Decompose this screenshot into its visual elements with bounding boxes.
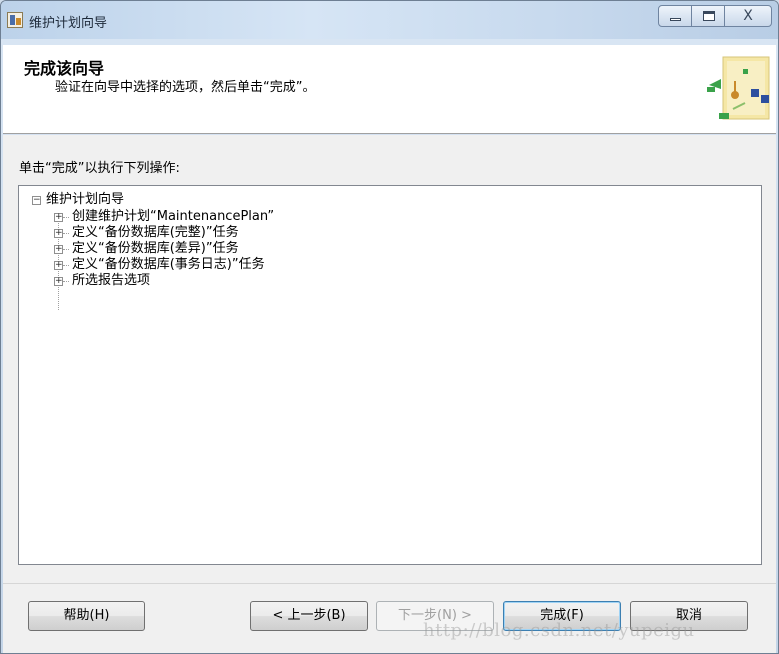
tree-item-expander[interactable]: + xyxy=(54,229,63,238)
tree-item-expander[interactable]: + xyxy=(54,213,63,222)
tree-root-expander[interactable]: − xyxy=(32,196,41,205)
tree-connector xyxy=(63,281,69,282)
page-subtitle: 验证在向导中选择的选项，然后单击“完成”。 xyxy=(55,80,316,95)
tree-item-expander[interactable]: + xyxy=(54,261,63,270)
minimize-button[interactable] xyxy=(658,5,692,27)
close-button[interactable]: X xyxy=(724,5,772,27)
window-title: 维护计划向导 xyxy=(29,16,108,31)
app-icon xyxy=(7,12,23,28)
tree-root-label[interactable]: 维护计划向导 xyxy=(46,192,124,208)
wizard-header: 完成该向导 验证在向导中选择的选项，然后单击“完成”。 xyxy=(3,45,776,134)
back-button[interactable]: < 上一步(B) xyxy=(250,601,368,631)
help-button[interactable]: 帮助(H) xyxy=(28,601,145,631)
maximize-icon xyxy=(703,11,715,21)
watermark: http://blog.csdn.net/yupeigu xyxy=(423,620,695,641)
tree-connector xyxy=(63,249,69,250)
wizard-body: 单击“完成”以执行下列操作: − 维护计划向导 + 创建维护计划“Mainten… xyxy=(3,135,776,583)
tree-item-diff-backup[interactable]: 定义“备份数据库(差异)”任务 xyxy=(72,241,239,257)
wizard-window: 维护计划向导 X 完成该向导 验证在向导中选择的选项，然后单击“完成”。 单击“… xyxy=(0,0,779,654)
wizard-footer: 帮助(H) < 上一步(B) 下一步(N) > 完成(F) 取消 http://… xyxy=(3,583,776,653)
tree-item-create-plan[interactable]: 创建维护计划“MaintenancePlan” xyxy=(72,209,274,225)
wizard-graphic-icon xyxy=(707,56,770,120)
tree-connector xyxy=(63,233,69,234)
window-controls: X xyxy=(658,5,772,27)
close-icon: X xyxy=(743,8,753,24)
instruction-label: 单击“完成”以执行下列操作: xyxy=(19,161,180,176)
summary-tree[interactable]: − 维护计划向导 + 创建维护计划“MaintenancePlan” + 定义“… xyxy=(18,185,762,565)
tree-connector xyxy=(63,217,69,218)
tree-item-expander[interactable]: + xyxy=(54,277,63,286)
tree-item-log-backup[interactable]: 定义“备份数据库(事务日志)”任务 xyxy=(72,257,265,273)
tree-item-expander[interactable]: + xyxy=(54,245,63,254)
title-bar[interactable]: 维护计划向导 X xyxy=(1,1,778,39)
maximize-button[interactable] xyxy=(691,5,725,27)
minimize-icon xyxy=(670,18,681,21)
tree-item-full-backup[interactable]: 定义“备份数据库(完整)”任务 xyxy=(72,225,239,241)
tree-item-report-options[interactable]: 所选报告选项 xyxy=(72,273,150,289)
tree-connector xyxy=(63,265,69,266)
